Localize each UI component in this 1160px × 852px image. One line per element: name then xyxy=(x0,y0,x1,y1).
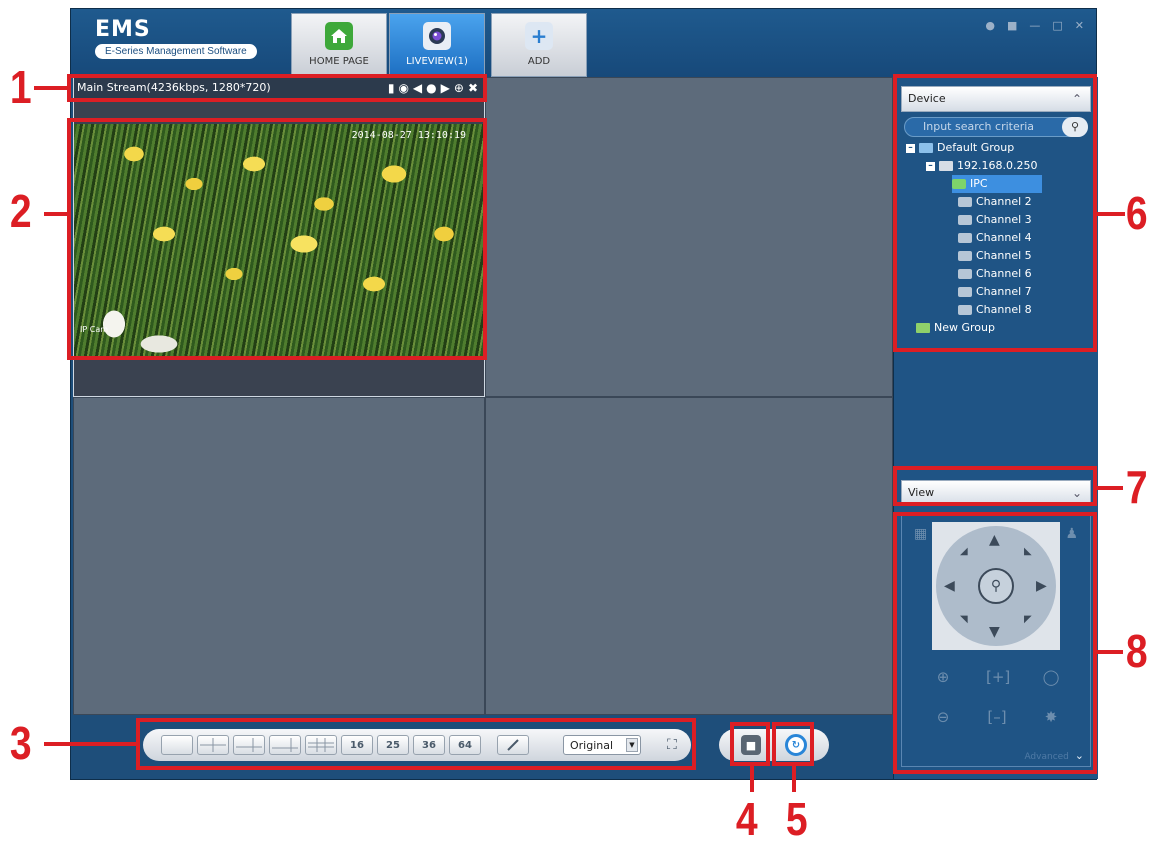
home-icon xyxy=(325,22,353,50)
tab-liveview[interactable]: LIVEVIEW(1) xyxy=(389,13,485,77)
tab-liveview-label: LIVEVIEW(1) xyxy=(406,56,468,67)
lock-icon[interactable]: ■ xyxy=(1007,19,1017,32)
close-icon[interactable]: ✕ xyxy=(1075,19,1084,32)
maximize-icon[interactable]: □ xyxy=(1052,19,1062,32)
callout-line-8 xyxy=(1097,650,1123,654)
callout-number-7: 7 xyxy=(1125,461,1148,513)
logo-title: EMS xyxy=(95,17,151,42)
callout-line-5 xyxy=(792,766,796,792)
callout-number-3: 3 xyxy=(9,717,32,769)
tab-add[interactable]: + ADD xyxy=(491,13,587,77)
app-header: EMS E-Series Management Software HOME PA… xyxy=(71,9,1096,77)
callout-line-7 xyxy=(1097,486,1123,490)
callout-number-2: 2 xyxy=(9,185,32,237)
callout-line-3 xyxy=(44,742,138,746)
camera-lens-icon xyxy=(423,22,451,50)
callout-box-5 xyxy=(772,722,814,766)
callout-line-4 xyxy=(750,766,754,792)
logo-subtitle: E-Series Management Software xyxy=(95,44,257,59)
callout-number-8: 8 xyxy=(1125,625,1148,677)
callout-box-6 xyxy=(893,74,1097,352)
video-pane-4[interactable] xyxy=(485,397,893,715)
minimize-icon[interactable]: — xyxy=(1029,19,1040,32)
callout-number-5: 5 xyxy=(785,793,808,845)
video-pane-3[interactable] xyxy=(73,397,485,715)
window-controls: ● ■ — □ ✕ xyxy=(985,19,1084,32)
callout-box-8 xyxy=(893,512,1097,774)
callout-line-2 xyxy=(44,212,68,216)
callout-number-6: 6 xyxy=(1125,187,1148,239)
tab-add-label: ADD xyxy=(527,56,551,67)
callout-number-1: 1 xyxy=(9,61,32,113)
callout-box-4 xyxy=(730,722,770,766)
callout-box-2 xyxy=(67,118,487,360)
callout-line-1 xyxy=(34,86,68,90)
tab-home-page[interactable]: HOME PAGE xyxy=(291,13,387,77)
app-logo: EMS E-Series Management Software xyxy=(95,17,257,59)
video-pane-2[interactable] xyxy=(485,77,893,397)
callout-box-3 xyxy=(136,718,696,770)
callout-box-1 xyxy=(67,74,487,102)
tab-home-label: HOME PAGE xyxy=(309,56,369,67)
callout-line-6 xyxy=(1097,212,1125,216)
callout-box-7 xyxy=(893,466,1097,506)
user-icon[interactable]: ● xyxy=(985,19,995,32)
plus-icon: + xyxy=(525,22,553,50)
callout-number-4: 4 xyxy=(735,793,758,845)
